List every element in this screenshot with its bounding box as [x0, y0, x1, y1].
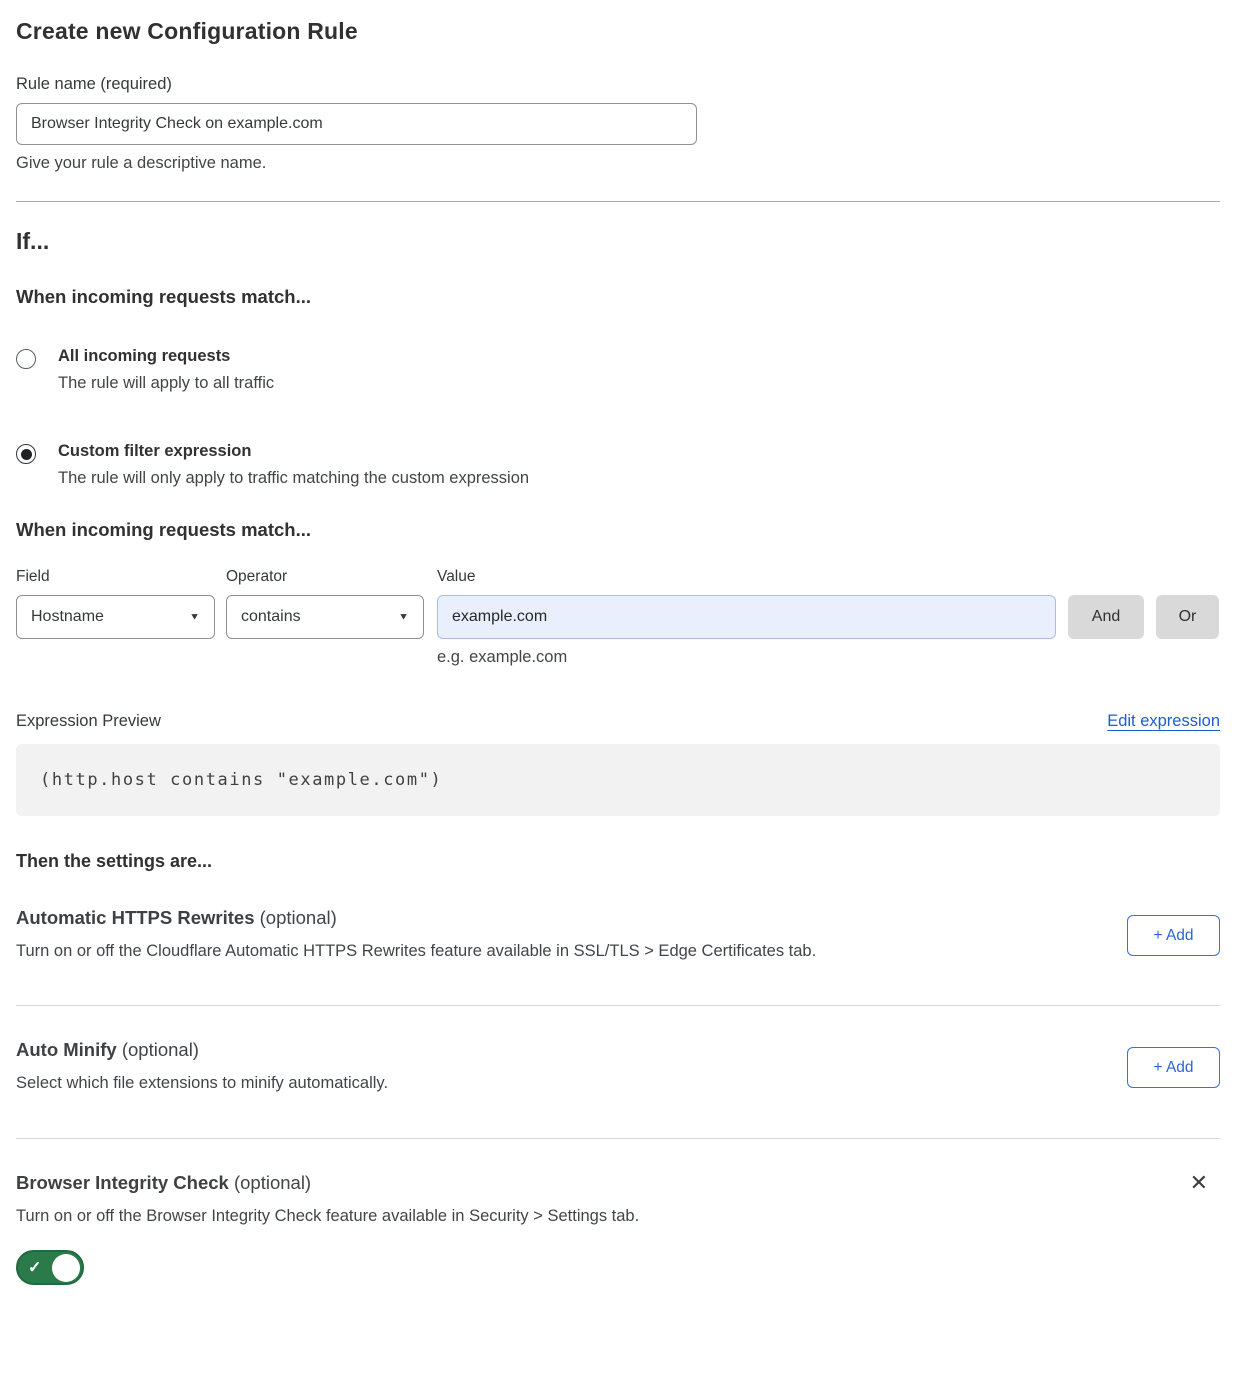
setting-title: Auto Minify — [16, 1039, 117, 1060]
field-select[interactable]: Hostname ▼ — [16, 595, 215, 639]
expression-preview-label: Expression Preview — [16, 712, 161, 731]
toggle-knob[interactable] — [52, 1254, 80, 1282]
add-button[interactable]: + Add — [1127, 915, 1220, 956]
expression-builder-controls: Hostname ▼ contains ▼ And Or — [16, 595, 1220, 639]
expression-builder-labels: Field Operator Value — [16, 568, 1220, 586]
add-button[interactable]: + Add — [1127, 1047, 1220, 1088]
section-divider — [16, 1138, 1220, 1139]
radio-option-all-incoming-requests[interactable]: All incoming requests The rule will appl… — [16, 347, 1220, 393]
radio-label[interactable]: All incoming requests — [58, 347, 274, 366]
expression-preview-box: (http.host contains "example.com") — [16, 744, 1220, 816]
create-configuration-rule-page: Create new Configuration Rule Rule name … — [0, 0, 1237, 1285]
browser-integrity-check-toggle[interactable]: ✓ — [16, 1250, 84, 1285]
setting-optional-tag: (optional) — [122, 1039, 199, 1060]
setting-description: Turn on or off the Browser Integrity Che… — [16, 1207, 1016, 1226]
radio-label[interactable]: Custom filter expression — [58, 442, 529, 461]
radio-unselected-icon[interactable] — [16, 349, 36, 369]
value-help-text: e.g. example.com — [437, 648, 1220, 667]
radio-selected-icon[interactable] — [16, 444, 36, 464]
setting-title: Browser Integrity Check — [16, 1172, 229, 1193]
setting-browser-integrity-check: Browser Integrity Check (optional) ✕ Tur… — [16, 1172, 1220, 1285]
then-settings-heading: Then the settings are... — [16, 851, 1220, 872]
operator-label: Operator — [226, 568, 437, 586]
operator-select[interactable]: contains ▼ — [226, 595, 424, 639]
setting-automatic-https-rewrites: Automatic HTTPS Rewrites (optional) Turn… — [16, 907, 1220, 961]
value-label: Value — [437, 568, 476, 586]
section-divider — [16, 1005, 1220, 1006]
or-button[interactable]: Or — [1156, 595, 1219, 639]
chevron-down-icon: ▼ — [398, 612, 409, 622]
radio-option-custom-filter-expression[interactable]: Custom filter expression The rule will o… — [16, 442, 1220, 488]
radio-description: The rule will only apply to traffic matc… — [58, 469, 529, 488]
setting-title: Automatic HTTPS Rewrites — [16, 907, 255, 928]
setting-description: Turn on or off the Cloudflare Automatic … — [16, 942, 1016, 961]
edit-expression-link[interactable]: Edit expression — [1107, 712, 1220, 731]
rule-name-help: Give your rule a descriptive name. — [16, 154, 1220, 173]
chevron-down-icon: ▼ — [189, 612, 200, 622]
rule-name-input[interactable] — [16, 103, 697, 145]
setting-description: Select which file extensions to minify a… — [16, 1074, 1016, 1093]
check-icon: ✓ — [28, 1257, 41, 1277]
operator-select-value: contains — [241, 608, 301, 626]
section-divider — [16, 201, 1220, 202]
radio-description: The rule will apply to all traffic — [58, 374, 274, 393]
value-input[interactable] — [437, 595, 1056, 639]
when-match-heading: When incoming requests match... — [16, 286, 1220, 308]
setting-optional-tag: (optional) — [260, 907, 337, 928]
rule-name-label: Rule name (required) — [16, 75, 1220, 94]
setting-optional-tag: (optional) — [234, 1172, 311, 1193]
setting-auto-minify: Auto Minify (optional) Select which file… — [16, 1039, 1220, 1093]
close-icon[interactable]: ✕ — [1190, 1172, 1208, 1194]
expression-builder-heading: When incoming requests match... — [16, 519, 1220, 541]
and-button[interactable]: And — [1068, 595, 1144, 639]
expression-preview-row: Expression Preview Edit expression — [16, 712, 1220, 731]
field-label: Field — [16, 568, 226, 586]
page-title: Create new Configuration Rule — [16, 18, 1220, 45]
if-heading: If... — [16, 228, 1220, 255]
expression-code: (http.host contains "example.com") — [40, 770, 442, 790]
field-select-value: Hostname — [31, 608, 104, 626]
